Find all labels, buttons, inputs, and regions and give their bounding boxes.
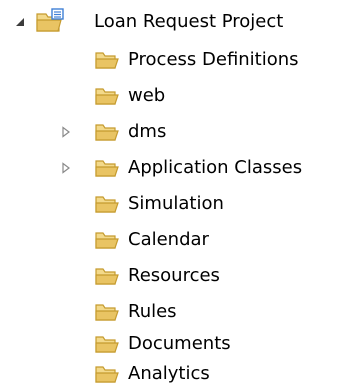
tree-item-label: Simulation xyxy=(128,193,224,214)
tree-item-resources[interactable]: Resources xyxy=(0,258,351,294)
collapsed-twisty-icon[interactable] xyxy=(60,126,72,138)
folder-open-icon xyxy=(94,84,120,108)
tree-item-loan-request-project[interactable]: Loan Request Project xyxy=(0,4,351,40)
tree-item-dms[interactable]: dms xyxy=(0,114,351,150)
expanded-twisty-icon[interactable] xyxy=(14,16,26,28)
folder-open-icon xyxy=(94,362,120,386)
project-explorer-tree: Loan Request Project Process Definitions… xyxy=(0,0,351,392)
project-folder-icon xyxy=(35,8,65,36)
folder-open-icon xyxy=(94,156,120,180)
tree-item-rules[interactable]: Rules xyxy=(0,294,351,330)
folder-open-icon xyxy=(94,48,120,72)
folder-open-icon xyxy=(94,264,120,288)
folder-open-icon xyxy=(94,300,120,324)
tree-item-analytics[interactable]: Analytics xyxy=(0,356,351,392)
tree-item-simulation[interactable]: Simulation xyxy=(0,186,351,222)
folder-open-icon xyxy=(94,120,120,144)
tree-item-label: Rules xyxy=(128,301,177,322)
tree-item-label: Process Definitions xyxy=(128,49,299,70)
folder-open-icon xyxy=(94,192,120,216)
tree-item-label: Calendar xyxy=(128,229,209,250)
collapsed-twisty-icon[interactable] xyxy=(60,162,72,174)
tree-item-label: Resources xyxy=(128,265,220,286)
tree-item-label: Application Classes xyxy=(128,157,303,178)
tree-item-label: Loan Request Project xyxy=(94,11,284,32)
tree-item-calendar[interactable]: Calendar xyxy=(0,222,351,258)
tree-item-label: web xyxy=(128,85,166,106)
folder-open-icon xyxy=(94,332,120,356)
tree-item-label: dms xyxy=(128,121,167,142)
tree-item-process-definitions[interactable]: Process Definitions xyxy=(0,42,351,78)
tree-item-web[interactable]: web xyxy=(0,78,351,114)
tree-item-label: Analytics xyxy=(128,363,210,384)
folder-open-icon xyxy=(94,228,120,252)
tree-item-application-classes[interactable]: Application Classes xyxy=(0,150,351,186)
